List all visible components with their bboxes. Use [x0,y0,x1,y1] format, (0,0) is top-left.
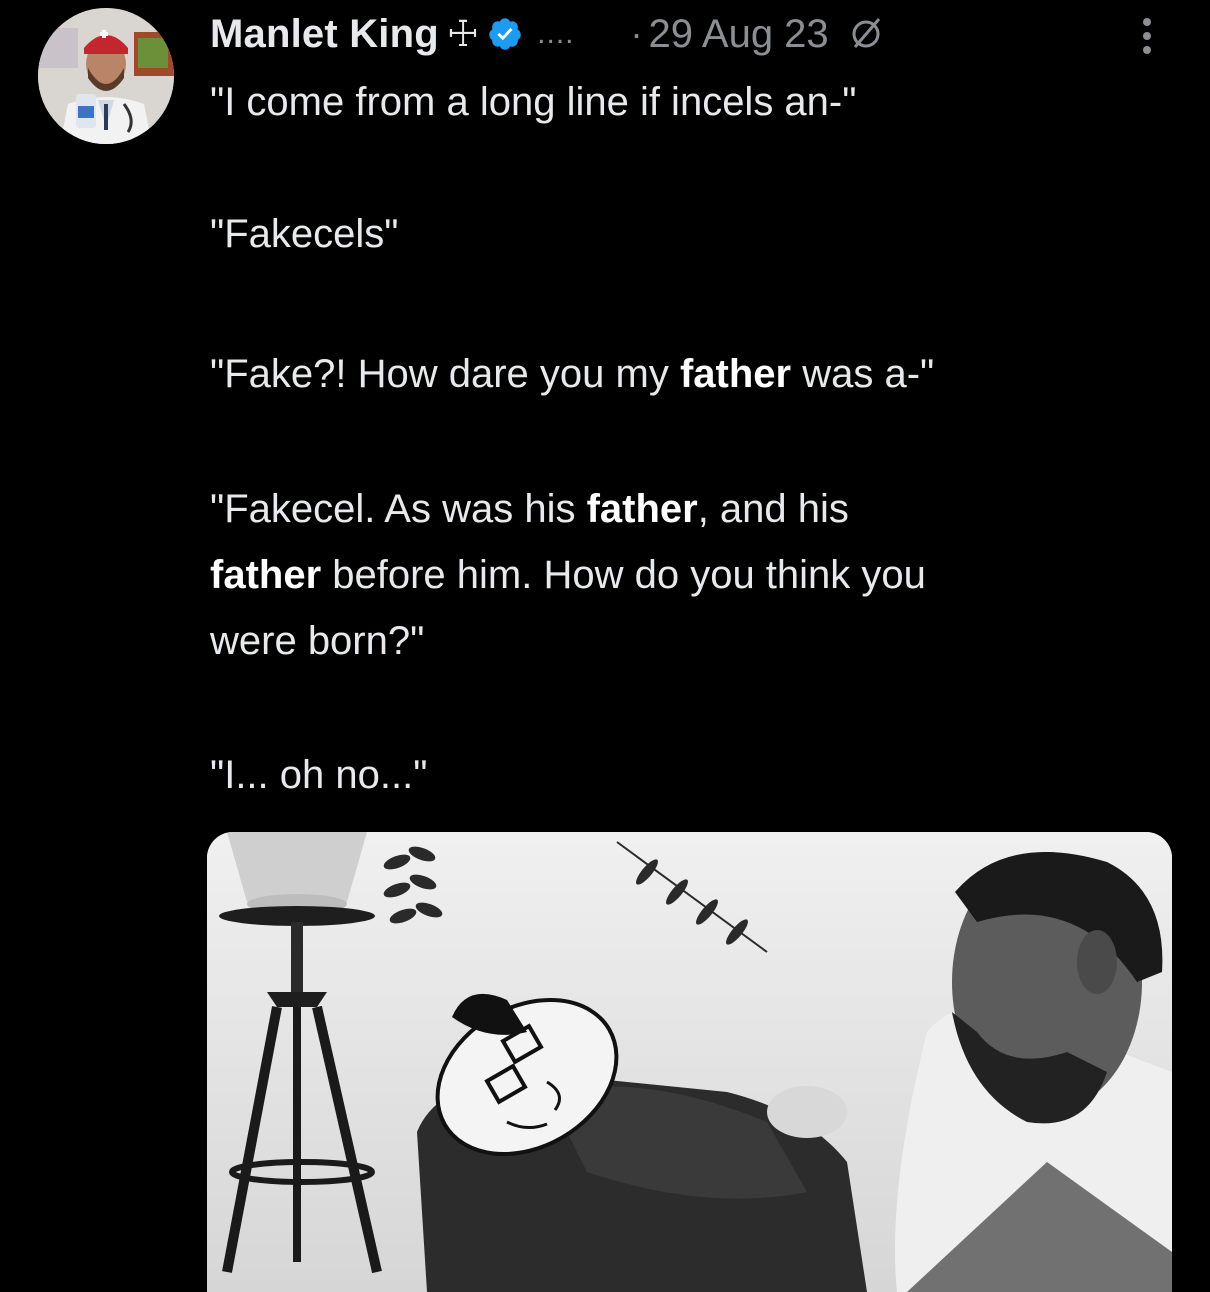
verified-badge-icon [489,18,521,50]
avatar[interactable] [38,8,174,144]
more-options-icon[interactable] [1135,10,1159,60]
tweet-header: Manlet King ☩ .... · 29 Aug 23 [210,6,1190,62]
tweet-text-line-3: "Fake?! How dare you my father was a-" [210,352,935,396]
name-truncation: .... [537,17,575,50]
tweet-text-line-4: "Fakecel. As was his father, and his fath… [210,487,926,663]
bold-word: father [586,487,698,531]
bold-word: father [210,553,322,597]
separator-dot: · [630,13,643,54]
tweet-timestamp[interactable]: 29 Aug 23 [649,12,829,57]
tweet-text-line-1: "I come from a long line if incels an-" [210,80,857,124]
bold-word: father [679,352,792,396]
author-display-name[interactable]: Manlet King [210,12,439,57]
name-symbol: ☩ [446,13,480,54]
tweet: Manlet King ☩ .... · 29 Aug 23 "I come f… [0,0,1210,1292]
edit-history-icon[interactable] [847,15,885,53]
tweet-text-line-5: "I... oh no..." [210,753,428,797]
tweet-media-image[interactable] [207,832,1172,1292]
tweet-text-line-2: "Fakecels" [210,212,399,256]
